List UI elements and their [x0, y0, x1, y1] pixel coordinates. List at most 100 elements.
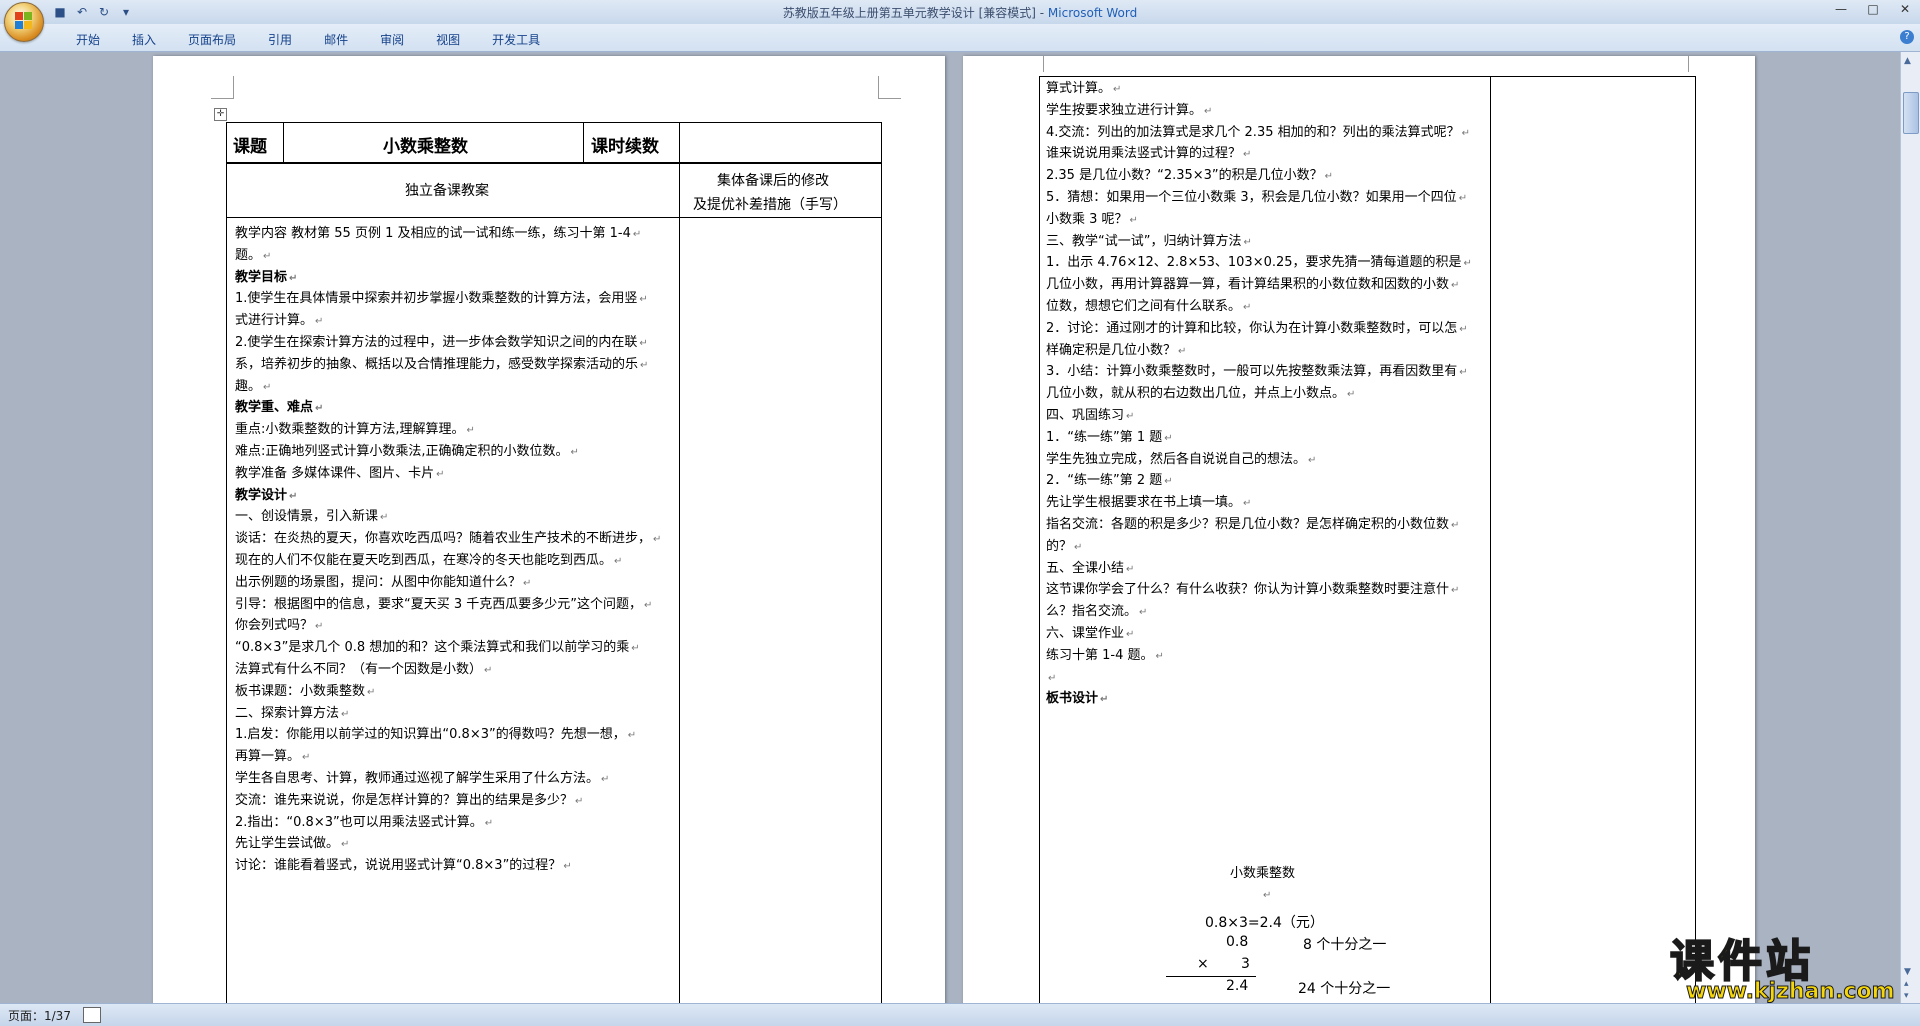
paragraph-mark-icon: ↵ — [1126, 411, 1135, 422]
paragraph-text: 五、全课小结 — [1046, 560, 1125, 576]
paragraph-mark-icon: ↵ — [302, 752, 311, 764]
lesson-paragraph: 2．讨论：通过刚才的计算和比较，你认为在计算小数乘整数时，可以怎 ↵ — [1046, 318, 1486, 341]
paragraph-text: 你会列式吗？ — [235, 618, 314, 634]
scroll-thumb[interactable] — [1903, 92, 1919, 134]
page-2: 算式计算。 ↵ 学生按要求独立进行计算。 ↵ 4.交流：列出的加法算式是求几个 2.35… — [963, 56, 1755, 1003]
paragraph-text: 出示例题的场景图，提问：从图中你能知道什么？ — [235, 574, 522, 590]
lesson-paragraph: 1．出示 4.76×12、2.8×53、103×0.25，要求先猜一猜每道题的积… — [1046, 252, 1486, 275]
paragraph-mark-icon: ↵ — [1324, 171, 1334, 183]
paragraph-mark-icon: ↵ — [1263, 890, 1272, 901]
paragraph-text: 难点:正确地列竖式计算小数乘法,正确确定积的小数位数。 — [235, 444, 569, 459]
paragraph-mark-icon: ↵ — [644, 599, 653, 611]
maximize-button[interactable]: □ — [1866, 2, 1880, 16]
label-class-hours: 课时续数 — [591, 137, 659, 157]
document-title: 苏教版五年级上册第五单元教学设计 [兼容模式] - — [782, 6, 1048, 20]
tab-mailings[interactable]: 邮件 — [308, 29, 364, 50]
lesson-paragraph: 式进行计算。 ↵ — [235, 310, 675, 333]
tab-home[interactable]: 开始 — [60, 29, 116, 50]
lesson-paragraph: 这节课你学会了什么？有什么收获？你认为计算小数乘整数时要注意什 ↵ — [1046, 579, 1486, 602]
lesson-plan-body[interactable]: 教学内容 教材第 55 页例 1 及相应的试一试和练一练，练习十第 1-4 ↵ 题。… — [235, 223, 675, 1003]
lesson-paragraph: 学生先独立完成，然后各自说说自己的想法。 ↵ — [1046, 449, 1486, 472]
office-button[interactable] — [4, 2, 44, 42]
paragraph-mark-icon: ↵ — [1243, 498, 1252, 510]
paragraph-mark-icon: ↵ — [1100, 694, 1109, 706]
table-rule — [1490, 76, 1491, 1003]
lesson-paragraph: 三、教学“试一试”，归纳计算方法 ↵ — [1046, 231, 1486, 254]
paragraph-text: 3．小结：计算小数乘整数时，一般可以先按整数乘法算，再看因数里有 — [1046, 364, 1458, 380]
lesson-paragraph: 的？ ↵ — [1046, 536, 1486, 559]
tab-review[interactable]: 审阅 — [364, 29, 420, 50]
lesson-paragraph: 先让学生根据要求在书上填一填。 ↵ — [1046, 492, 1486, 515]
lesson-paragraph: 一、创设情景，引入新课 ↵ — [235, 506, 675, 529]
paragraph-text: 题。 — [235, 247, 262, 263]
table-move-handle-icon[interactable]: ✛ — [214, 108, 227, 121]
lesson-paragraph: 2.指出：“0.8×3”也可以用乘法竖式计算。 ↵ — [235, 812, 675, 835]
lesson-paragraph: 3．小结：计算小数乘整数时，一般可以先按整数乘法算，再看因数里有 ↵ — [1046, 361, 1486, 384]
lesson-paragraph: ↵ — [1046, 667, 1486, 690]
table-rule — [583, 122, 584, 162]
close-button[interactable]: ✕ — [1898, 2, 1912, 16]
paragraph-text: 板书课题：小数乘整数 — [235, 683, 366, 699]
lesson-paragraph: 法算式有什么不同？（有一个因数是小数） ↵ — [235, 659, 675, 682]
help-icon[interactable]: ? — [1900, 30, 1914, 44]
vertical-scrollbar[interactable]: ▲ ▼ ▴ ▾ — [1900, 52, 1920, 1003]
paragraph-mark-icon: ↵ — [315, 621, 324, 633]
paragraph-mark-icon: ↵ — [601, 774, 610, 785]
lesson-paragraph: 练习十第 1-4 题。 ↵ — [1046, 645, 1486, 668]
board-equation: 0.8×3=2.4（元） — [1205, 915, 1324, 931]
paragraph-mark-icon: ↵ — [614, 556, 623, 567]
proofing-icon[interactable] — [83, 1007, 101, 1023]
lesson-plan-body-continued[interactable]: 算式计算。 ↵ 学生按要求独立进行计算。 ↵ 4.交流：列出的加法算式是求几个 2.35… — [1046, 78, 1486, 838]
paragraph-text: 重点:小数乘整数的计算方法,理解算理。 — [235, 422, 465, 438]
paragraph-text: 5．猜想：如果用一个三位小数乘 3，积会是几位小数？如果用一个四位 — [1046, 190, 1457, 205]
lesson-paragraph: 么？指名交流。 ↵ — [1046, 601, 1486, 624]
paragraph-text: 讨论：谁能看着竖式，说说用竖式计算“0.8×3”的过程？ — [235, 858, 562, 874]
page-1: ✛ 课题 小数乘整数 课时续数 独立备课教案 集体备课后的修改 及提优补差措施（… — [153, 56, 945, 1003]
paragraph-text: 的？ — [1046, 538, 1073, 554]
tab-developer[interactable]: 开发工具 — [476, 29, 556, 50]
paragraph-text: 交流：谁先来说说，你是怎样计算的？算出的结果是多少？ — [235, 792, 574, 808]
paragraph-mark-icon: ↵ — [1461, 127, 1471, 139]
paragraph-mark-icon: ↵ — [367, 686, 376, 698]
paragraph-text: 教学内容 教材第 55 页例 1 及相应的试一试和练一练，练习十第 1-4 — [235, 226, 631, 241]
paragraph-text: 一、创设情景，引入新课 — [235, 509, 379, 525]
page-counter[interactable]: 页面：1/37 — [8, 1007, 71, 1024]
lesson-paragraph: 几位小数，再用计算器算一算，看计算结果积的小数位数和因数的小数 ↵ — [1046, 274, 1486, 297]
minimize-button[interactable]: — — [1834, 2, 1848, 16]
lesson-paragraph: 板书课题：小数乘整数 ↵ — [235, 681, 675, 704]
table-rule — [226, 162, 882, 164]
paragraph-mark-icon: ↵ — [1139, 607, 1148, 619]
paragraph-text: 位数，想想它们之间有什么联系。 — [1046, 299, 1242, 314]
lesson-paragraph: 趣。 ↵ — [235, 376, 675, 399]
lesson-paragraph: 教学重、难点 ↵ — [235, 397, 675, 420]
lesson-paragraph: 系，培养初步的抽象、概括以及合情推理能力，感受数学探索活动的乐 ↵ — [235, 354, 675, 377]
lesson-paragraph: 学生按要求独立进行计算。 ↵ — [1046, 100, 1486, 123]
paragraph-mark-icon: ↵ — [1164, 432, 1173, 444]
document-area: ✛ 课题 小数乘整数 课时续数 独立备课教案 集体备课后的修改 及提优补差措施（… — [0, 52, 1900, 1003]
paragraph-mark-icon: ↵ — [1451, 585, 1460, 597]
tab-insert[interactable]: 插入 — [116, 29, 172, 50]
paragraph-text: 引导：根据图中的信息，要求“夏天买 3 千克西瓜要多少元”这个问题， — [235, 596, 643, 612]
paragraph-text: “0.8×3”是求几个 0.8 想加的和？这个乘法算式和我们以前学习的乘 — [235, 640, 630, 656]
ribbon-tabs: 开始 插入 页面布局 引用 邮件 审阅 视图 开发工具 — [60, 29, 556, 50]
lesson-paragraph: 难点:正确地列竖式计算小数乘法,正确确定积的小数位数。 ↵ — [235, 441, 675, 464]
lesson-paragraph: 5．猜想：如果用一个三位小数乘 3，积会是几位小数？如果用一个四位 ↵ — [1046, 187, 1486, 210]
tab-page-layout[interactable]: 页面布局 — [172, 29, 252, 50]
tab-references[interactable]: 引用 — [252, 29, 308, 50]
paragraph-text: 算式计算。 — [1046, 81, 1112, 96]
paragraph-mark-icon: ↵ — [1463, 258, 1472, 270]
lesson-paragraph: 样确定积是几位小数？ ↵ — [1046, 340, 1486, 363]
lesson-paragraph: 谁来说说用乘法竖式计算的过程？ ↵ — [1046, 143, 1486, 166]
paragraph-text: 指名交流：各题的积是多少？积是几位小数？是怎样确定积的小数位数 — [1046, 517, 1450, 532]
lesson-paragraph: 2．“练一练”第 2 题 ↵ — [1046, 470, 1486, 493]
lesson-paragraph: 你会列式吗？ ↵ — [235, 615, 675, 638]
tab-view[interactable]: 视图 — [420, 29, 476, 50]
paragraph-mark-icon: ↵ — [1243, 236, 1252, 248]
app-name: Microsoft Word — [1047, 6, 1138, 20]
paragraph-mark-icon: ↵ — [1458, 193, 1468, 204]
paragraph-mark-icon: ↵ — [1308, 454, 1317, 466]
scroll-up-icon[interactable]: ▲ — [1904, 56, 1911, 66]
paragraph-text: 谁来说说用乘法竖式计算的过程？ — [1046, 146, 1242, 162]
paragraph-mark-icon: ↵ — [1048, 672, 1057, 684]
paragraph-mark-icon: ↵ — [436, 468, 445, 480]
